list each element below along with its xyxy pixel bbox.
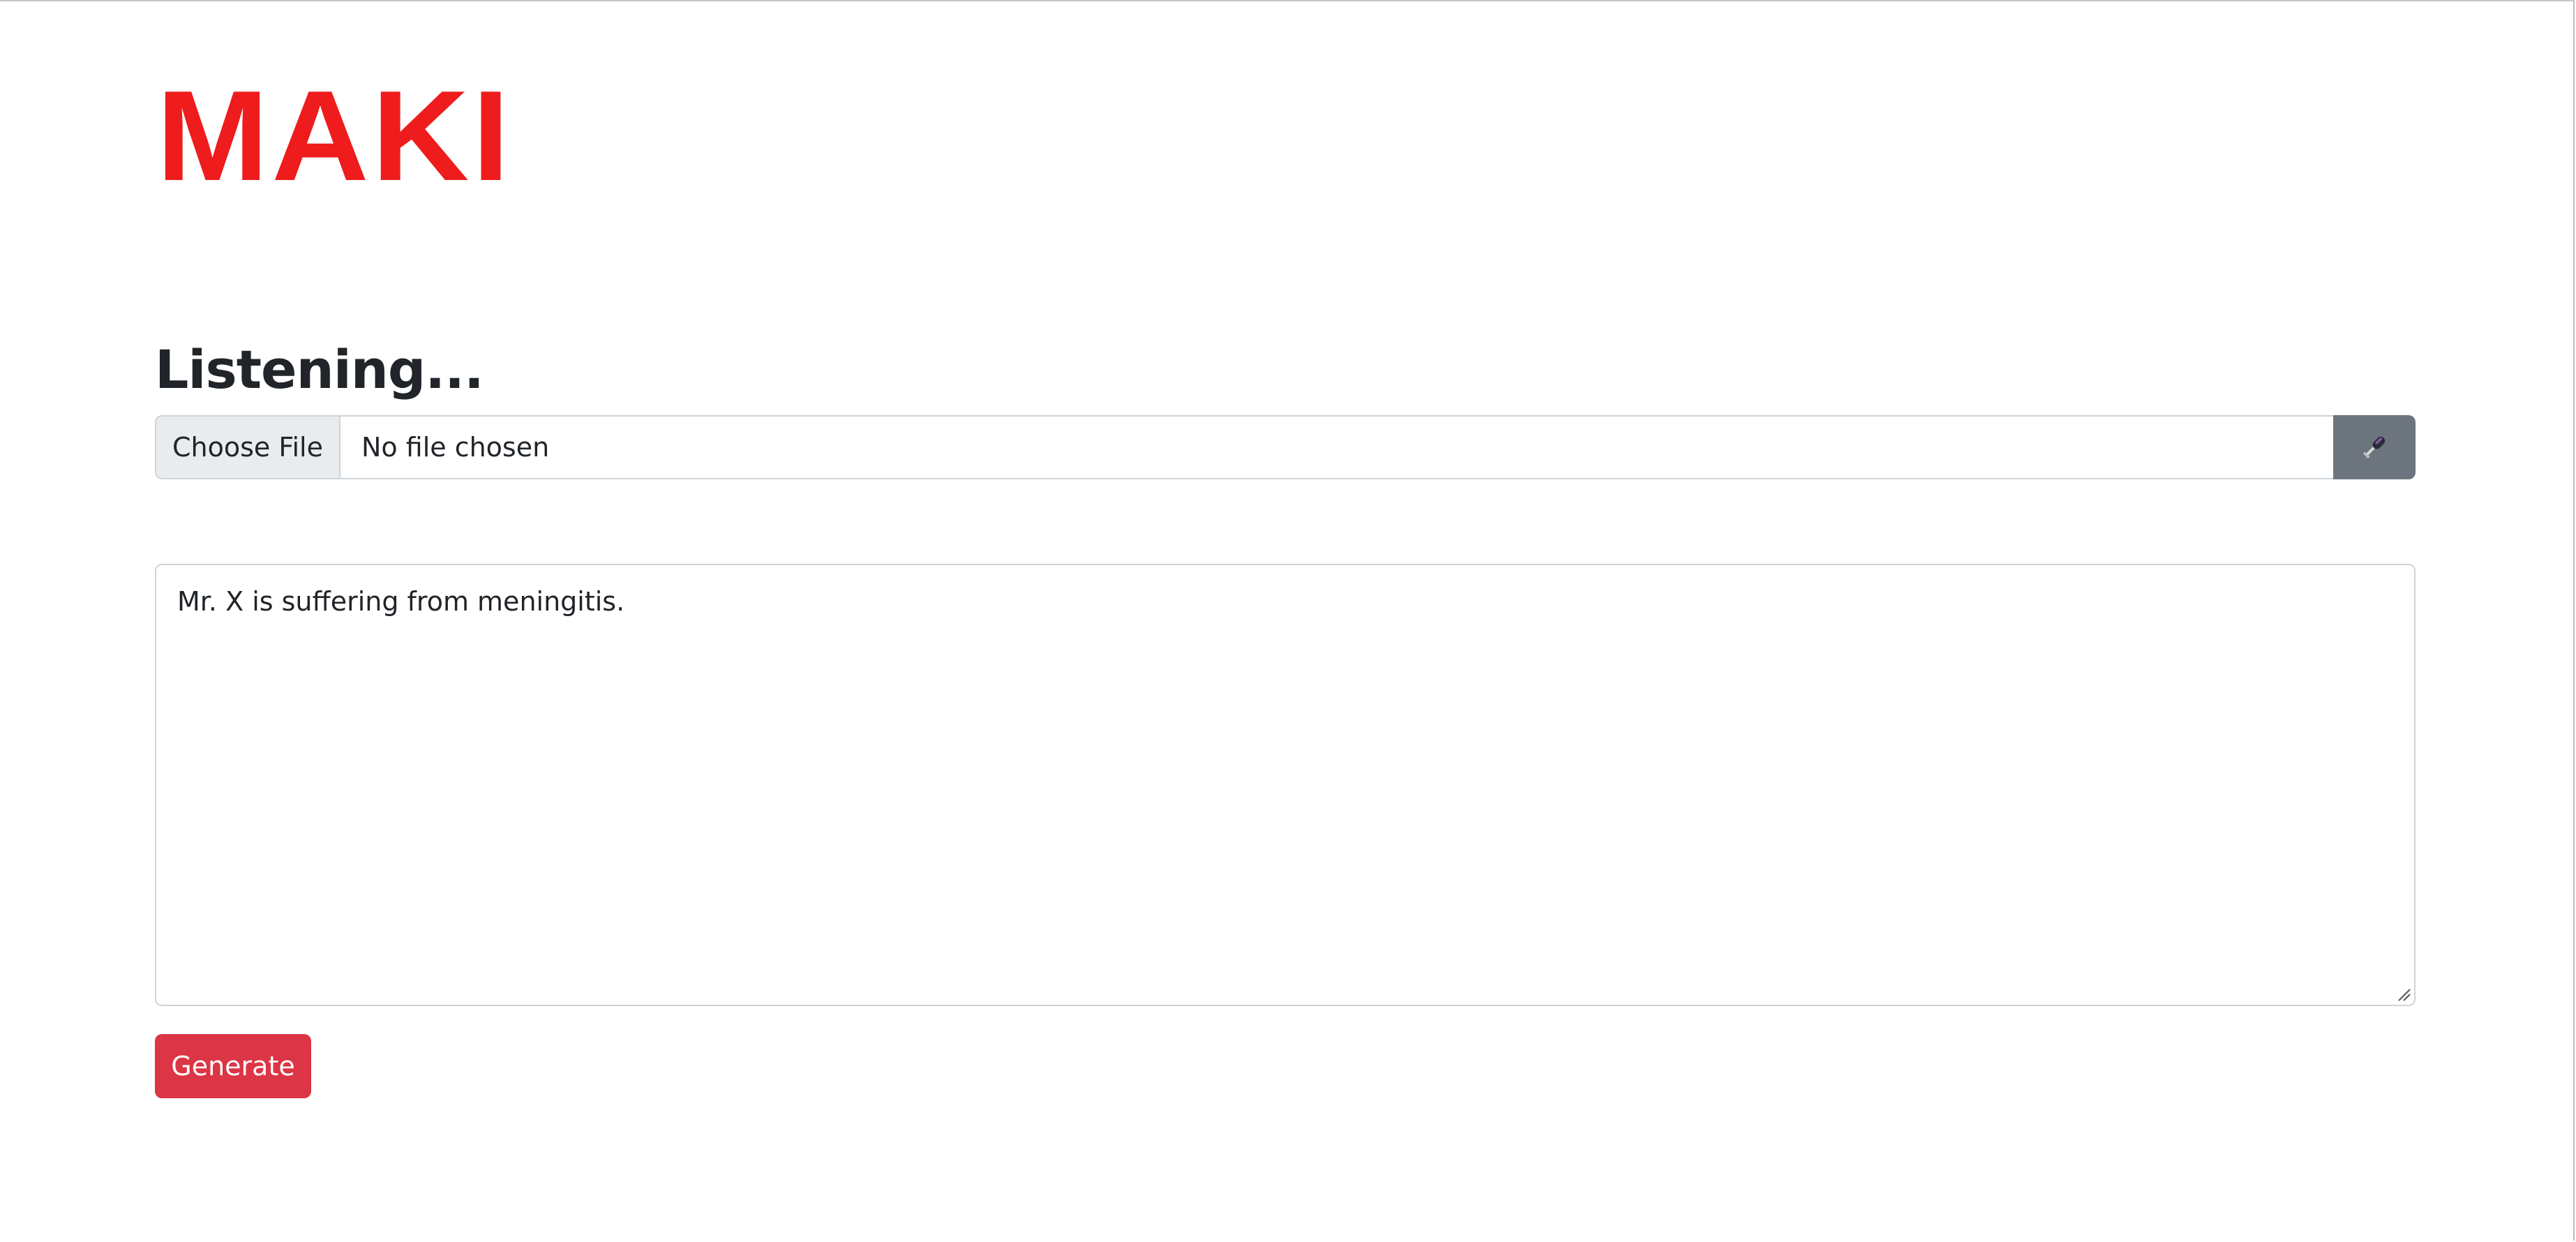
file-input-group: Choose File No file chosen (155, 415, 2416, 479)
generate-button[interactable]: Generate (155, 1034, 311, 1098)
microphone-button[interactable] (2333, 415, 2416, 479)
transcript-textarea[interactable]: Mr. X is suffering from meningitis. (155, 564, 2416, 1006)
microphone-icon (2363, 436, 2386, 458)
file-name-display[interactable]: No file chosen (340, 415, 2333, 479)
transcript-text: Mr. X is suffering from meningitis. (177, 586, 625, 617)
status-heading: Listening... (155, 338, 484, 401)
choose-file-button[interactable]: Choose File (155, 415, 340, 479)
resize-grip-icon[interactable] (2396, 987, 2411, 1002)
app-logo: MAKI (156, 63, 513, 207)
